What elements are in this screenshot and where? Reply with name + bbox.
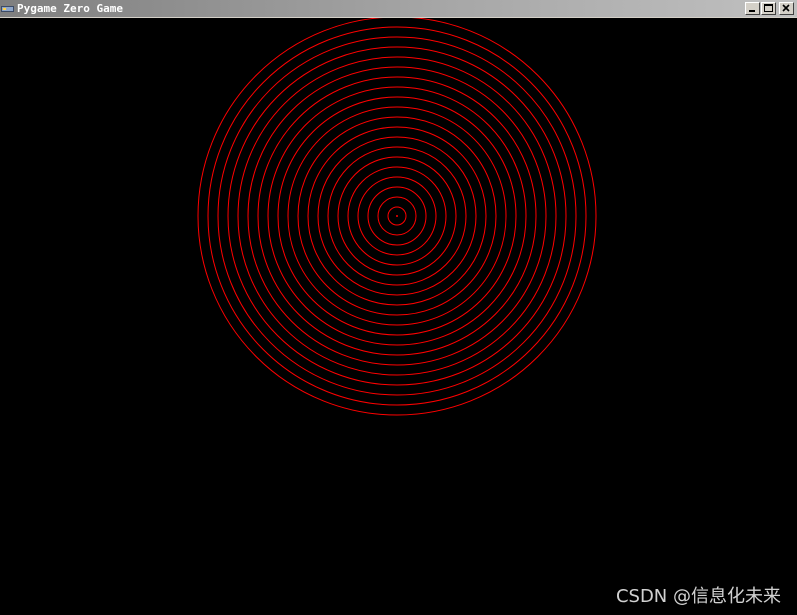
- close-icon: [782, 4, 790, 12]
- game-canvas[interactable]: [0, 18, 797, 615]
- maximize-icon: [764, 4, 773, 12]
- window-title: Pygame Zero Game: [17, 2, 123, 15]
- concentric-rings: [197, 18, 597, 416]
- pygame-icon[interactable]: [1, 2, 15, 14]
- title-bar[interactable]: Pygame Zero Game: [0, 0, 797, 18]
- minimize-button[interactable]: [745, 2, 760, 15]
- center-dot: [396, 215, 398, 217]
- maximize-button[interactable]: [761, 2, 776, 15]
- game-window: Pygame Zero Game CSDN @信息化未来: [0, 0, 797, 615]
- close-button[interactable]: [779, 2, 794, 15]
- minimize-icon: [749, 10, 755, 12]
- watermark-text: CSDN @信息化未来: [615, 586, 781, 607]
